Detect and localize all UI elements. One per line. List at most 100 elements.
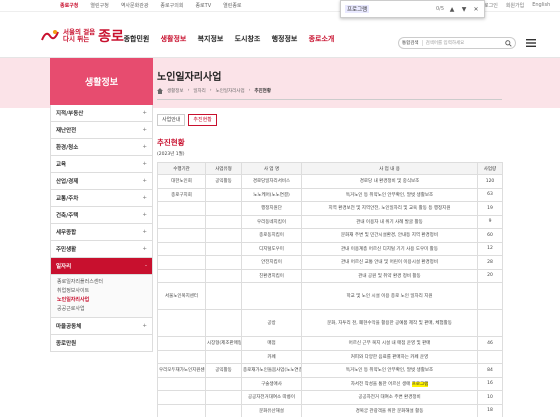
table-row: 공방 문화, 자투리 천, 폐현수막을 활용한 공예품 제작 및 판매, 체험활동: [157, 309, 503, 337]
lnb-sub-item-0[interactable]: 종로일자리플러스센터: [57, 278, 146, 287]
util-link-5[interactable]: 열린종로: [223, 2, 241, 9]
search-input[interactable]: 검색어를 입력하세요: [426, 40, 465, 46]
table-row: 종로동지킴이 문화재 주변 및 민간시설환경, 안내등 지역 환경정비 60: [157, 228, 503, 243]
table-cell: [205, 187, 242, 202]
util-link-3[interactable]: 종로구의회: [160, 2, 183, 9]
find-prev-button[interactable]: ▲: [448, 6, 456, 13]
table-cell: 19: [477, 201, 503, 216]
logo-line-2: 다시 뛰는: [63, 35, 90, 43]
gnb-item-0[interactable]: 종합민원: [118, 34, 155, 44]
table-cell: [477, 349, 503, 364]
search-icon[interactable]: [505, 39, 512, 47]
table-cell: 84: [477, 363, 503, 378]
find-bar: 프로그램 0/5 ▲ ▼ ✕: [340, 0, 485, 18]
breadcrumb-item-2[interactable]: 노인일자리사업: [216, 88, 245, 94]
table-cell: 63: [477, 187, 503, 202]
table-cell: 카페: [241, 349, 302, 364]
lnb-item-label: 세무종합: [56, 230, 77, 236]
table-cell: 60: [477, 228, 503, 243]
section-date: (2023년 1월): [157, 152, 185, 157]
table-cell: [241, 282, 302, 310]
expand-icon: +: [142, 246, 147, 252]
lnb-item-2[interactable]: 환경/청소 +: [50, 139, 153, 156]
table-cell: [477, 309, 503, 337]
table-cell: 관내 이용자 내 위기 사례 발굴 활동: [301, 214, 478, 229]
gnb-item-4[interactable]: 행정정보: [266, 34, 303, 44]
table-cell: [205, 309, 242, 337]
gnb-item-5[interactable]: 종로소개: [303, 34, 340, 44]
breadcrumb-item-1[interactable]: 일자리: [193, 88, 205, 94]
table-cell: [205, 228, 242, 243]
util-link-0[interactable]: 종로구청: [60, 2, 78, 9]
table-cell: [205, 268, 242, 283]
find-close-button[interactable]: ✕: [472, 6, 480, 13]
lnb-item-label: 일자리: [56, 264, 72, 270]
table-cell: [477, 282, 503, 310]
lnb-sub-item-1[interactable]: 취업정보사이트: [57, 287, 146, 296]
lnb-sub-item-2[interactable]: 노인일자리사업: [57, 296, 146, 305]
lnb-item-9[interactable]: 일자리 -: [50, 258, 153, 275]
tab-business-guide[interactable]: 사업안내: [157, 114, 186, 126]
content-tabs: 사업안내 추진현황: [157, 114, 217, 126]
find-highlight: 프로그램: [411, 381, 429, 387]
util-link-1[interactable]: 열린구청: [90, 2, 108, 9]
table-header-row: 수행기관 사업유형 사 업 명 사 업 내 용 사업량: [157, 162, 503, 175]
lnb-item-3[interactable]: 교육 +: [50, 156, 153, 173]
table-cell: [205, 201, 242, 216]
logo-emblem-icon: [41, 30, 59, 41]
table-cell: [157, 241, 206, 256]
table-row: 문화유산해설 경복궁 관광객을 위한 문화해설 활동 18: [157, 403, 503, 417]
home-icon[interactable]: [157, 88, 163, 94]
table-cell: [157, 268, 206, 283]
lnb-title: 생활정보: [50, 58, 153, 105]
table-cell: 문화, 자투리 천, 폐현수막을 활용한 공예품 제작 및 판매, 체험활동: [301, 309, 478, 337]
site-search: 통합검색 검색어를 입력하세요: [398, 37, 516, 49]
lnb-item-7[interactable]: 세무종합 +: [50, 224, 153, 241]
expand-icon: +: [142, 229, 147, 235]
table-cell: 공방: [241, 309, 302, 337]
expand-icon: +: [142, 323, 147, 329]
gnb-item-2[interactable]: 복지정보: [192, 34, 229, 44]
lnb-item-10[interactable]: 마을공동체 +: [50, 318, 153, 335]
find-query-input[interactable]: 프로그램: [345, 5, 370, 13]
lnb-item-1[interactable]: 재난안전 +: [50, 122, 153, 139]
search-scope-select[interactable]: 통합검색: [402, 40, 423, 46]
table-cell: [157, 228, 206, 243]
gnb-item-1[interactable]: 생활정보: [155, 34, 192, 44]
all-menu-icon[interactable]: [525, 37, 537, 49]
table-row: 대한노인회 공익활동 경로당일자리서비스 경로당 내 환경정비 및 중식보조 120: [157, 174, 503, 189]
col-header: 사업량: [477, 162, 503, 175]
util-link-2[interactable]: 역사문화관광: [121, 2, 149, 9]
tab-progress[interactable]: 추진현황: [188, 114, 217, 126]
table-cell: [157, 376, 206, 391]
lnb-item-5[interactable]: 교통/주차 +: [50, 190, 153, 207]
table-row: 공공자전거대여소 따릉이 공공자전거 대여소 주변 환경정비 10: [157, 390, 503, 405]
login-link[interactable]: 로그인: [484, 2, 498, 9]
table-cell: 대한노인회: [157, 174, 206, 189]
lnb-item-6[interactable]: 건축/주택 +: [50, 207, 153, 224]
table-cell: 20: [477, 268, 503, 283]
join-link[interactable]: 회원가입: [506, 2, 524, 9]
breadcrumb-item-0[interactable]: 생활정보: [167, 88, 184, 94]
table-cell: [157, 336, 206, 351]
table-cell: 공익활동: [205, 174, 242, 189]
table-cell: [205, 403, 242, 417]
lnb-item-0[interactable]: 지적/부동산 +: [50, 105, 153, 122]
find-count: 0/5: [435, 6, 444, 12]
lnb-item-8[interactable]: 주민생활 +: [50, 241, 153, 258]
lnb-item-4[interactable]: 산업/경제 +: [50, 173, 153, 190]
site-logo[interactable]: 서울의 걸음 다시 뛰는 종로: [40, 26, 124, 46]
lnb-item-11[interactable]: 종로만원: [50, 335, 153, 352]
table-cell: 경로당일자리서비스: [241, 174, 302, 189]
find-next-button[interactable]: ▼: [460, 6, 468, 13]
lnb-sub-item-3[interactable]: 공공근로사업: [57, 305, 146, 314]
table-cell: 18: [477, 403, 503, 417]
table-row: 행정지원단 지역 환경보전 및 지역안전, 노인일자리 및 교육 활동 등 행정지…: [157, 201, 503, 216]
gnb-item-3[interactable]: 도시창조: [229, 34, 266, 44]
table-cell: [205, 255, 242, 270]
breadcrumb-current: 추진현황: [254, 89, 271, 94]
util-link-4[interactable]: 종로TV: [195, 2, 211, 9]
english-link[interactable]: English: [532, 2, 550, 9]
table-cell: [205, 214, 242, 229]
lnb-item-label: 교육: [56, 162, 67, 168]
